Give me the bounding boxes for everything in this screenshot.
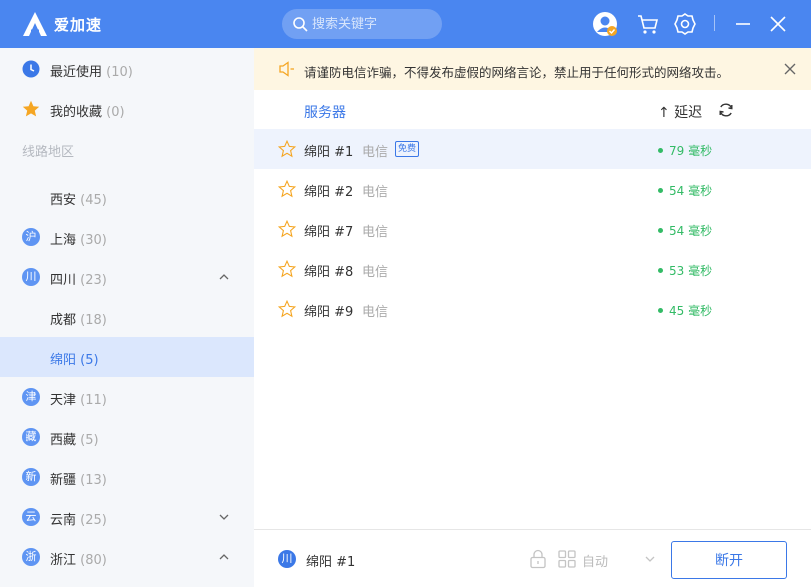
sidebar-item-label: 云南 (25)	[50, 513, 107, 528]
status-dot	[658, 228, 663, 233]
search-icon	[293, 17, 308, 32]
title-bar-divider	[714, 15, 715, 31]
server-row[interactable]: 绵阳 #8 电信 53 毫秒	[254, 249, 811, 289]
star-outline-icon[interactable]	[278, 180, 296, 198]
sidebar-item-region[interactable]: 津 天津 (11)	[0, 377, 254, 417]
star-outline-icon[interactable]	[278, 140, 296, 158]
user-avatar-icon[interactable]	[592, 11, 618, 37]
column-server[interactable]: 服务器	[304, 102, 346, 122]
speaker-icon	[279, 61, 294, 77]
server-latency: 53 毫秒	[658, 262, 712, 279]
mode-select[interactable]: 自动	[582, 551, 608, 570]
server-name: 绵阳 #8	[304, 265, 354, 280]
status-dot	[658, 308, 663, 313]
server-list-header: 服务器 ↑ 延迟	[254, 90, 811, 130]
notice-banner: 请谨防电信诈骗，不得发布虚假的网络言论，禁止用于任何形式的网络攻击。	[254, 48, 811, 90]
sidebar-item-label: 上海 (30)	[50, 233, 107, 248]
sort-latency-button[interactable]: ↑ 延迟	[658, 102, 702, 122]
server-isp: 电信	[362, 185, 389, 200]
server-row[interactable]: 绵阳 #2 电信 54 毫秒	[254, 169, 811, 209]
sidebar-item-region[interactable]: 云 云南 (25)	[0, 497, 254, 537]
connection-bar: 川 绵阳 #1 自动 断开	[254, 529, 811, 587]
sidebar-item-label: 西安 (45)	[50, 193, 107, 208]
sidebar-item-label: 四川 (23)	[50, 273, 107, 288]
star-outline-icon[interactable]	[278, 300, 296, 318]
server-latency: 54 毫秒	[658, 182, 712, 199]
minimize-icon[interactable]	[730, 11, 756, 37]
server-name: 绵阳 #2	[304, 185, 354, 200]
sidebar-item-label: 新疆 (13)	[50, 473, 107, 488]
grid-icon[interactable]	[558, 550, 576, 568]
server-panel: 请谨防电信诈骗，不得发布虚假的网络言论，禁止用于任何形式的网络攻击。 服务器 ↑…	[254, 48, 811, 587]
sidebar-section-title: 线路地区	[22, 145, 75, 160]
sidebar-item-label: 绵阳 (5)	[50, 353, 99, 368]
server-row[interactable]: 绵阳 #1 电信 免费 79 毫秒	[254, 129, 811, 169]
chevron-down-icon[interactable]	[645, 554, 655, 564]
search-box[interactable]	[282, 9, 442, 39]
refresh-icon[interactable]	[718, 102, 734, 118]
server-row[interactable]: 绵阳 #7 电信 54 毫秒	[254, 209, 811, 249]
free-badge: 免费	[395, 141, 420, 157]
chevron-down-icon[interactable]	[218, 511, 230, 523]
sidebar-item-region[interactable]: 川 四川 (23)	[0, 257, 254, 297]
sidebar-item-region[interactable]: 浙 浙江 (80)	[0, 537, 254, 577]
title-bar: 爱加速	[0, 0, 811, 48]
star-outline-icon[interactable]	[278, 260, 296, 278]
region-badge: 川	[22, 268, 40, 286]
region-badge: 津	[22, 388, 40, 406]
close-icon[interactable]	[765, 11, 791, 37]
server-isp: 电信	[362, 265, 389, 280]
server-isp: 电信	[362, 305, 389, 320]
sidebar-item-region[interactable]: 沪 上海 (30)	[0, 217, 254, 257]
sidebar-item-region[interactable]: 藏 西藏 (5)	[0, 417, 254, 457]
lock-icon[interactable]	[529, 549, 547, 569]
sidebar-item-region[interactable]: 西安 (45)	[0, 177, 254, 217]
sidebar-item-label: 天津 (11)	[50, 393, 107, 408]
sidebar-item-label: 西藏 (5)	[50, 433, 99, 448]
server-latency: 79 毫秒	[658, 142, 712, 159]
app-logo-icon	[23, 12, 47, 36]
region-badge: 沪	[22, 228, 40, 246]
notice-text: 请谨防电信诈骗，不得发布虚假的网络言论，禁止用于任何形式的网络攻击。	[304, 65, 730, 80]
app-title: 爱加速	[54, 16, 103, 34]
star-outline-icon[interactable]	[278, 220, 296, 238]
sidebar-item-label: 成都 (18)	[50, 313, 107, 328]
sidebar-item-label: 浙江 (80)	[50, 553, 107, 568]
sidebar-item-region[interactable]: 新 新疆 (13)	[0, 457, 254, 497]
server-isp: 电信	[362, 145, 389, 160]
disconnect-button[interactable]: 断开	[671, 541, 787, 579]
sidebar-item-recent[interactable]: 最近使用 (10)	[0, 49, 254, 89]
status-dot	[658, 268, 663, 273]
sidebar-item-subregion[interactable]: 成都 (18)	[0, 297, 254, 337]
status-dot	[658, 188, 663, 193]
server-name: 绵阳 #9	[304, 305, 354, 320]
cart-icon[interactable]	[635, 11, 661, 37]
sidebar-item-label: 我的收藏 (0)	[50, 105, 125, 120]
current-server-name: 绵阳 #1	[306, 555, 356, 570]
server-row[interactable]: 绵阳 #9 电信 45 毫秒	[254, 289, 811, 329]
chevron-up-icon[interactable]	[218, 551, 230, 563]
region-badge: 浙	[22, 548, 40, 566]
server-isp: 电信	[362, 225, 389, 240]
sidebar-item-label: 最近使用 (10)	[50, 65, 133, 80]
status-dot	[658, 148, 663, 153]
search-input[interactable]	[312, 9, 436, 39]
sidebar: 最近使用 (10) 我的收藏 (0) 线路地区 西安 (45) 沪 上海 (30…	[0, 48, 254, 587]
close-icon[interactable]	[784, 63, 796, 75]
sidebar-item-favorites[interactable]: 我的收藏 (0)	[0, 89, 254, 129]
server-name: 绵阳 #1	[304, 145, 354, 160]
server-latency: 45 毫秒	[658, 302, 712, 319]
sidebar-item-subregion-selected[interactable]: 绵阳 (5)	[0, 337, 254, 377]
region-badge: 新	[22, 468, 40, 486]
region-badge: 云	[22, 508, 40, 526]
chevron-up-icon[interactable]	[218, 271, 230, 283]
server-latency: 54 毫秒	[658, 222, 712, 239]
region-badge: 藏	[22, 428, 40, 446]
star-filled-icon	[22, 100, 40, 117]
current-region-badge: 川	[278, 550, 296, 568]
server-name: 绵阳 #7	[304, 225, 354, 240]
clock-icon	[22, 60, 40, 78]
gear-icon[interactable]	[672, 11, 698, 37]
